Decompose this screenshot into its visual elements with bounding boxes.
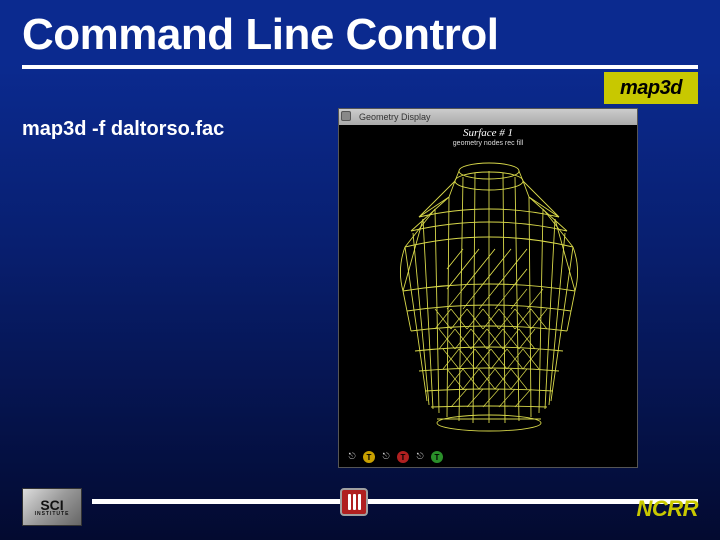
viewer-indicator-3[interactable]: T — [431, 451, 443, 463]
utah-u-logo — [340, 488, 368, 516]
slide-title: Command Line Control — [22, 10, 498, 60]
torso-wireframe-mesh — [349, 149, 629, 439]
u-logo-bars — [348, 494, 361, 510]
sci-logo-bottom: INSTITUTE — [35, 512, 70, 517]
lock-icon: ⎋ — [347, 451, 357, 461]
lock-icon: ⎋ — [415, 451, 425, 461]
title-underline — [22, 65, 698, 69]
command-line-text: map3d -f daltorso.fac — [22, 118, 224, 141]
map3d-badge: map3d — [604, 72, 698, 104]
viewer-surface-label: Surface # 1 — [339, 127, 637, 139]
viewer-indicator-2[interactable]: T — [397, 451, 409, 463]
lock-icon: ⎋ — [381, 451, 391, 461]
viewer-window-title: Geometry Display — [359, 112, 431, 122]
viewer-indicator-1[interactable]: T — [363, 451, 375, 463]
sci-logo-top: SCI — [40, 498, 63, 512]
ncrr-label: NCRR — [636, 496, 698, 522]
window-close-button[interactable] — [341, 111, 351, 121]
sci-institute-logo: SCI INSTITUTE — [22, 488, 82, 526]
footer-divider — [92, 499, 698, 504]
viewer-indicator-row: ⎋ T ⎋ T ⎋ T — [347, 451, 443, 463]
viewer-titlebar: Geometry Display — [339, 109, 637, 125]
viewer-sublabel: geometry nodes rec fill — [339, 140, 637, 147]
geometry-viewer-window: Geometry Display Surface # 1 geometry no… — [338, 108, 638, 468]
